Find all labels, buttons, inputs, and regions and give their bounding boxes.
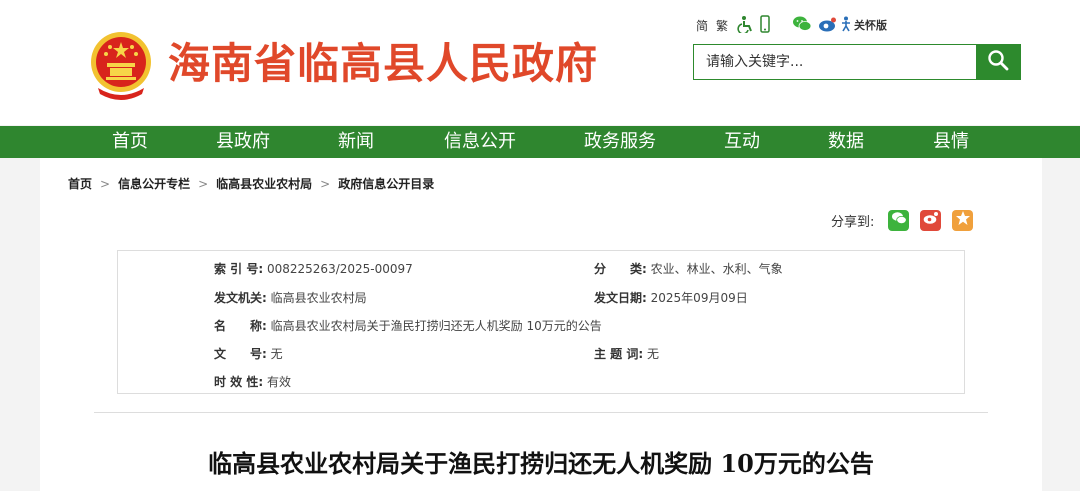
nav-home[interactable]: 首页 (112, 126, 148, 158)
search-button[interactable] (976, 45, 1020, 79)
main-nav: 首页 县政府 新闻 信息公开 政务服务 互动 数据 县情 (0, 126, 1080, 158)
info-value: 2025年09月09日 (650, 291, 748, 305)
info-value: 农业、林业、水利、气象 (650, 262, 783, 276)
share-wechat-button[interactable] (888, 209, 910, 231)
breadcrumb-separator: > (100, 177, 111, 191)
share-weibo-button[interactable] (920, 209, 942, 231)
info-document-number: 文 号: 无 (214, 345, 283, 362)
info-value: 临高县农业农村局关于渔民打捞归还无人机奖励 10万元的公告 (270, 319, 602, 333)
info-category: 分 类: 农业、林业、水利、气象 (594, 260, 783, 277)
weibo-icon[interactable] (818, 15, 838, 36)
simplified-chinese-link[interactable]: 简 (696, 17, 708, 34)
nav-interaction[interactable]: 互动 (724, 126, 760, 158)
divider (94, 412, 988, 413)
national-emblem-icon (88, 30, 154, 100)
info-label: 索 引 号: (214, 262, 264, 276)
breadcrumb-separator: > (320, 177, 331, 191)
info-value: 有效 (266, 375, 291, 389)
search-icon (987, 49, 1009, 75)
top-links: 简 繁 关怀版 (696, 14, 887, 36)
nav-info-disclosure[interactable]: 信息公开 (444, 126, 516, 158)
breadcrumb-home[interactable]: 首页 (68, 177, 92, 191)
article-title: 临高县农业农村局关于渔民打捞归还无人机奖励 10万元的公告 (208, 449, 874, 478)
nav-news[interactable]: 新闻 (338, 126, 374, 158)
search-box (693, 44, 1021, 80)
info-label: 分 类: (594, 262, 647, 276)
wechat-icon[interactable] (792, 15, 812, 36)
search-input[interactable] (694, 45, 988, 79)
share-label: 分享到: (831, 214, 875, 230)
info-label: 时 效 性: (214, 375, 264, 389)
nav-data[interactable]: 数据 (828, 126, 864, 158)
accessibility-icon[interactable] (736, 15, 754, 36)
info-validity: 时 效 性: 有效 (214, 373, 291, 390)
info-index-number: 索 引 号: 008225263/2025-00097 (214, 260, 413, 277)
info-label: 名 称: (214, 319, 267, 333)
info-label: 发文日期: (594, 291, 647, 305)
site-title: 海南省临高县人民政府 (168, 39, 599, 88)
nav-county-government[interactable]: 县政府 (216, 126, 270, 158)
breadcrumb-separator: > (198, 177, 209, 191)
info-value: 008225263/2025-00097 (266, 262, 413, 276)
info-value: 临高县农业农村局 (270, 291, 367, 305)
breadcrumb-agriculture-bureau[interactable]: 临高县农业农村局 (216, 177, 312, 191)
share-bar: 分享到: (831, 208, 974, 232)
nav-county-profile[interactable]: 县情 (933, 126, 969, 158)
weibo-icon (923, 211, 939, 229)
info-value: 无 (646, 347, 659, 361)
info-title: 名 称: 临高县农业农村局关于渔民打捞归还无人机奖励 10万元的公告 (214, 317, 602, 334)
info-issuer: 发文机关: 临高县农业农村局 (214, 289, 367, 306)
wechat-icon (891, 211, 907, 229)
share-favorite-button[interactable] (952, 209, 974, 231)
info-label: 发文机关: (214, 291, 267, 305)
care-mode-link[interactable]: 关怀版 (854, 17, 887, 33)
traditional-chinese-link[interactable]: 繁 (716, 17, 728, 34)
content-panel: 首页 > 信息公开专栏 > 临高县农业农村局 > 政府信息公开目录 分享到: 索 引 号: … (40, 158, 1042, 491)
info-label: 文 号: (214, 347, 267, 361)
info-issue-date: 发文日期: 2025年09月09日 (594, 289, 748, 306)
breadcrumb: 首页 > 信息公开专栏 > 临高县农业农村局 > 政府信息公开目录 (68, 175, 434, 192)
nav-government-services[interactable]: 政务服务 (584, 126, 656, 158)
document-info-box: 索 引 号: 008225263/2025-00097 分 类: 农业、林业、水… (117, 250, 965, 394)
breadcrumb-info-column[interactable]: 信息公开专栏 (118, 177, 190, 191)
mobile-icon[interactable] (760, 14, 770, 36)
info-value: 无 (270, 347, 283, 361)
info-label: 主 题 词: (594, 347, 644, 361)
info-subject: 主 题 词: 无 (594, 345, 659, 362)
breadcrumb-catalog[interactable]: 政府信息公开目录 (338, 177, 434, 191)
site-header: 海南省临高县人民政府 简 繁 关怀版 (0, 0, 1080, 125)
favorite-icon (955, 210, 971, 230)
care-mode-icon[interactable] (840, 16, 852, 35)
